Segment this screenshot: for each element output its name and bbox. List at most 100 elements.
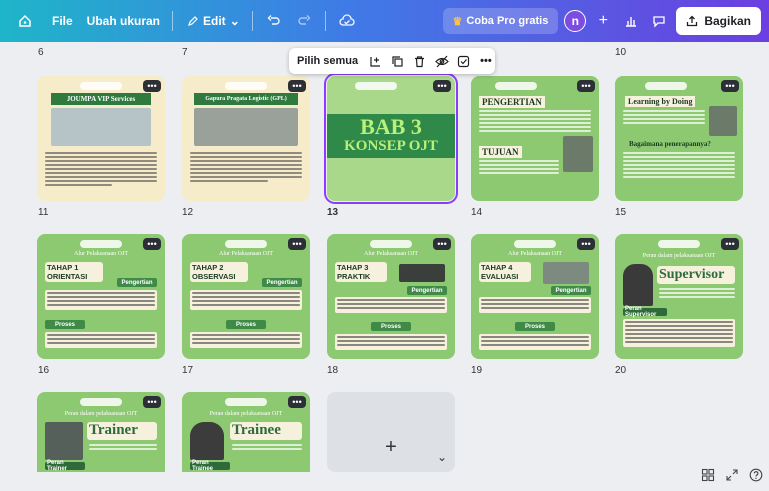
company-logo: [225, 82, 267, 90]
upload-icon: [687, 15, 698, 27]
staff-photo: [51, 108, 151, 146]
body-text: [479, 297, 591, 313]
file-menu[interactable]: File: [52, 14, 73, 28]
slide-title: Gapura Pragata Logistic (GPL): [205, 96, 287, 102]
add-page-button[interactable]: +: [327, 392, 455, 472]
page-thumbnail[interactable]: ••• Peran dalam pelaksanaan OJT Trainer …: [37, 392, 165, 472]
page-number: 20: [615, 365, 627, 376]
page-number: 13: [327, 207, 339, 218]
edit-menu[interactable]: Edit ⌄: [187, 14, 240, 28]
section-label: Pengertian: [407, 286, 447, 295]
section-label: Peran Supervisor: [623, 306, 667, 318]
help-button[interactable]: [749, 468, 763, 485]
person-photo: [45, 422, 83, 460]
section-label: Peran Trainer: [45, 460, 85, 472]
slide-title-banner: JOUMPA VIP Services: [51, 93, 151, 105]
city-photo: [543, 262, 589, 284]
page-number: 7: [182, 47, 188, 58]
cloud-sync-button[interactable]: [338, 12, 356, 30]
top-toolbar: File Ubah ukuran Edit ⌄ ♛ Coba Pro grati…: [0, 0, 769, 42]
share-button[interactable]: Bagikan: [676, 7, 761, 35]
role-title: Supervisor: [659, 267, 725, 282]
slide-header: Peran dalam pelaksanaan OJT: [64, 411, 138, 417]
chevron-down-icon: ⌄: [229, 14, 240, 28]
view-controls: [701, 468, 763, 485]
page-thumbnail[interactable]: ••• Learning by Doing Bagaimana penerapa…: [615, 76, 743, 201]
undo-button[interactable]: [265, 12, 283, 30]
company-logo: [225, 240, 267, 248]
select-all-button[interactable]: Pilih semua: [297, 55, 358, 67]
page-more-button[interactable]: •••: [721, 238, 739, 250]
redo-icon: [298, 15, 311, 25]
home-icon: [19, 14, 31, 27]
page-thumbnail[interactable]: ••• JOUMPA VIP Services: [37, 76, 165, 201]
avatar[interactable]: n: [564, 10, 587, 32]
slide-title: JOUMPA VIP Services: [66, 95, 136, 103]
page-thumbnail[interactable]: ••• Alur Pelaksanaan OJT TAHAP 2 OBSERVA…: [182, 234, 310, 359]
body-text: [45, 332, 157, 348]
page-thumbnail[interactable]: ••• Gapura Pragata Logistic (GPL): [182, 76, 310, 201]
add-collaborator-button[interactable]: +: [592, 10, 614, 32]
plus-icon: +: [385, 435, 397, 458]
page-thumbnail-selected[interactable]: ••• BAB 3 KONSEP OJT: [324, 73, 458, 204]
page-number: 19: [471, 365, 483, 376]
comments-button[interactable]: [648, 10, 670, 32]
page-thumbnail[interactable]: ••• Alur Pelaksanaan OJT TAHAP 3 PRAKTIK…: [327, 234, 455, 359]
company-logo: [355, 82, 397, 90]
add-page-button[interactable]: [368, 53, 382, 69]
bar-chart-icon: [626, 17, 637, 27]
company-logo: [495, 82, 537, 90]
redo-button[interactable]: [295, 12, 313, 30]
page-thumbnail[interactable]: ••• Peran dalam pelaksanaan OJT Supervis…: [615, 234, 743, 359]
role-title: Trainer: [89, 422, 138, 438]
resize-menu[interactable]: Ubah ukuran: [87, 14, 160, 28]
try-pro-button[interactable]: ♛ Coba Pro gratis: [442, 8, 559, 34]
page-thumbnail[interactable]: ••• Peran dalam pelaksanaan OJT Trainee …: [182, 392, 310, 472]
grid-view-button[interactable]: [701, 468, 715, 485]
check-square-icon: [458, 55, 470, 67]
page-more-button[interactable]: •••: [577, 238, 595, 250]
slide-header: Peran dalam pelaksanaan OJT: [209, 411, 283, 417]
section-label: Proses: [371, 322, 411, 331]
body-text: [479, 334, 591, 350]
fullscreen-button[interactable]: [725, 468, 739, 485]
page-more-button[interactable]: •••: [577, 80, 595, 92]
page-more-button[interactable]: •••: [433, 238, 451, 250]
stage-title: TAHAP 1 ORIENTASI: [47, 263, 88, 281]
person-photo: [623, 264, 653, 306]
body-text: [335, 297, 447, 313]
warehouse-photo: [194, 108, 298, 146]
home-button[interactable]: [12, 8, 38, 34]
page-thumbnail[interactable]: ••• Alur Pelaksanaan OJT TAHAP 1 ORIENTA…: [37, 234, 165, 359]
chevron-down-icon[interactable]: ⌄: [437, 450, 447, 464]
page-more-button[interactable]: •••: [288, 80, 306, 92]
hide-page-button[interactable]: [434, 53, 449, 69]
keyboard-photo: [399, 264, 445, 282]
body-text: [335, 334, 447, 350]
add-page-icon: [370, 56, 380, 67]
page-more-button[interactable]: •••: [143, 238, 161, 250]
slide-title-line1: BAB 3: [360, 114, 422, 139]
page-more-button[interactable]: •••: [143, 80, 161, 92]
company-logo: [370, 240, 412, 248]
more-options-button[interactable]: •••: [479, 53, 493, 69]
page-more-button[interactable]: •••: [433, 80, 451, 92]
page-more-button[interactable]: •••: [288, 238, 306, 250]
page-more-button[interactable]: •••: [721, 80, 739, 92]
page-more-button[interactable]: •••: [143, 396, 161, 408]
duplicate-button[interactable]: [390, 53, 404, 69]
selection-toolbar: Pilih semua •••: [289, 48, 495, 74]
mark-done-button[interactable]: [457, 53, 471, 69]
pencil-icon: [188, 16, 198, 26]
section-label: Peran Trainee: [190, 460, 230, 472]
body-text: [623, 110, 705, 126]
page-number: 10: [615, 47, 627, 58]
page-number: 14: [471, 207, 483, 218]
stage-title: TAHAP 3 PRAKTIK: [337, 263, 371, 281]
insights-button[interactable]: [620, 10, 642, 32]
page-thumbnail[interactable]: ••• PENGERTIAN TUJUAN: [471, 76, 599, 201]
delete-button[interactable]: [412, 53, 426, 69]
slide-subtitle: TUJUAN: [479, 146, 522, 158]
page-more-button[interactable]: •••: [288, 396, 306, 408]
page-thumbnail[interactable]: ••• Alur Pelaksanaan OJT TAHAP 4 EVALUAS…: [471, 234, 599, 359]
